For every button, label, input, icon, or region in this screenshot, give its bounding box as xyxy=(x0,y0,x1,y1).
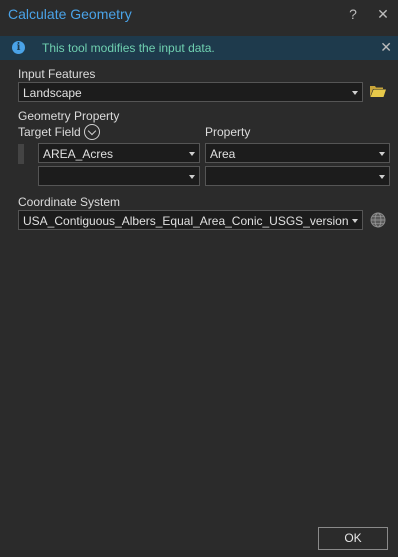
chevron-down-icon xyxy=(189,175,195,179)
banner-close-button[interactable]: ✕ xyxy=(380,39,392,56)
globe-icon[interactable] xyxy=(370,212,386,228)
target-field-dropdown-2[interactable] xyxy=(38,166,200,186)
input-features-label: Input Features xyxy=(18,67,96,81)
chevron-down-icon xyxy=(189,152,195,156)
chevron-down-icon xyxy=(352,91,358,95)
geometry-property-label: Geometry Property xyxy=(18,109,120,123)
window-title: Calculate Geometry xyxy=(8,6,132,22)
property-header: Property xyxy=(205,125,251,139)
ok-button[interactable]: OK xyxy=(318,527,388,550)
target-field-dropdown-1[interactable]: AREA_Acres xyxy=(38,143,200,163)
input-features-value: Landscape xyxy=(23,86,82,100)
help-button[interactable]: ? xyxy=(344,5,362,23)
property-dropdown-1[interactable]: Area xyxy=(205,143,390,163)
chevron-down-icon xyxy=(379,175,385,179)
target-field-value-1: AREA_Acres xyxy=(43,147,114,161)
info-icon: i xyxy=(12,41,25,54)
close-button[interactable]: ✕ xyxy=(374,5,392,23)
coordinate-system-dropdown[interactable]: USA_Contiguous_Albers_Equal_Area_Conic_U… xyxy=(18,210,363,230)
target-field-header: Target Field xyxy=(18,125,81,139)
info-banner: i This tool modifies the input data. ✕ xyxy=(0,36,398,60)
input-features-dropdown[interactable]: Landscape xyxy=(18,82,363,102)
row-handle[interactable] xyxy=(18,144,24,164)
coordinate-system-value: USA_Contiguous_Albers_Equal_Area_Conic_U… xyxy=(23,214,349,228)
title-bar: Calculate Geometry ? ✕ xyxy=(0,0,398,30)
folder-icon[interactable] xyxy=(370,85,386,98)
chevron-down-icon xyxy=(379,152,385,156)
chevron-down-circle-icon[interactable] xyxy=(84,124,100,140)
banner-message: This tool modifies the input data. xyxy=(42,41,215,55)
coordinate-system-label: Coordinate System xyxy=(18,195,121,209)
property-value-1: Area xyxy=(210,147,236,161)
chevron-down-icon xyxy=(352,219,358,223)
property-dropdown-2[interactable] xyxy=(205,166,390,186)
